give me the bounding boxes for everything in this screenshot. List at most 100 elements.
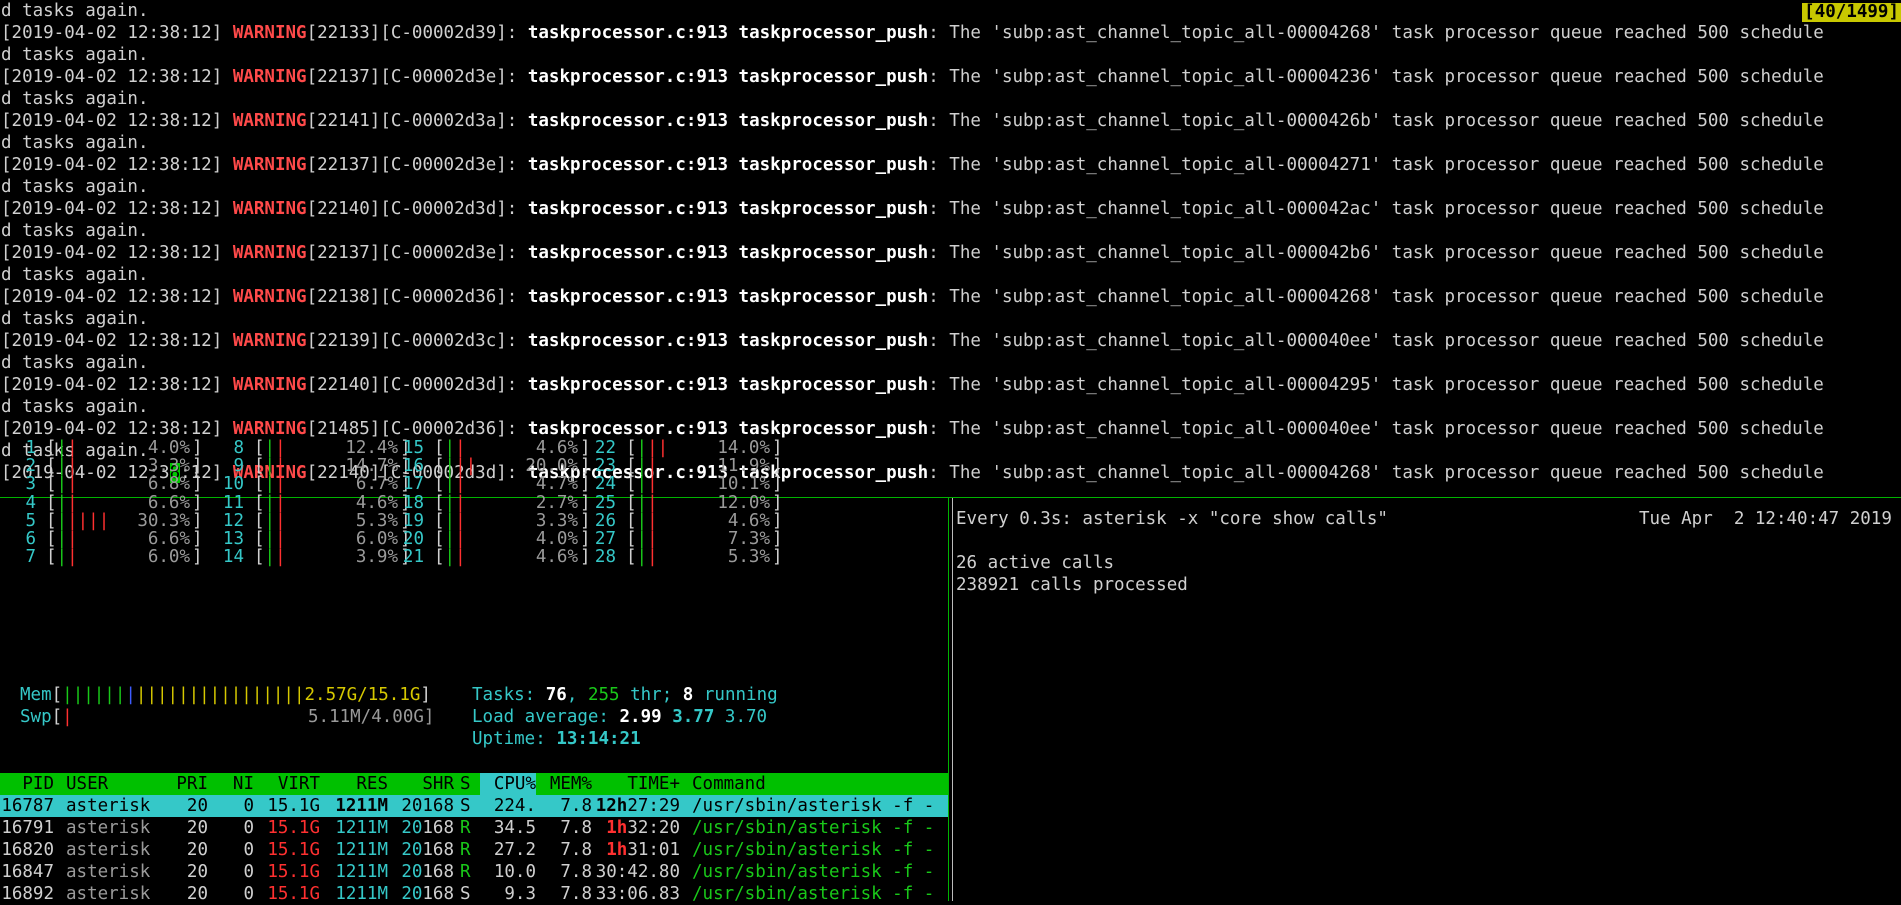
process-ni: 0 [243,818,254,838]
process-mem: 7.8 [560,862,592,882]
log-level: WARNING [232,111,307,131]
log-ids: [22137][C-00002d3e]: [306,155,518,175]
log-level: WARNING [232,331,307,351]
scroll-position-badge: [40/1499] [1802,2,1901,22]
process-pri: 20 [186,796,208,816]
process-res: 1211M [335,840,388,860]
process-virt: 15.1G [267,796,320,816]
process-virt: 15.1G [267,862,320,882]
log-message: : The 'subp:ast_channel_topic_all-000042… [928,111,1824,131]
log-line-wrap: d tasks again. [1,45,149,65]
column-header-cmd[interactable]: Command [692,773,948,795]
log-message: : The 'subp:ast_channel_topic_all-000042… [928,155,1824,175]
column-header-res[interactable]: RES [320,773,388,795]
pane-divider-vertical[interactable] [952,498,953,901]
log-ids: [22138][C-00002d36]: [306,287,518,307]
log-line: [2019-04-02 12:38:12] WARNING[22139][C-0… [0,330,1901,352]
calls-processed: 238921 calls processed [956,575,1188,595]
log-line-wrap: d tasks again. [1,133,149,153]
process-pid: 16787 [1,796,54,816]
process-row[interactable]: 16847 asterisk 20 0 15.1G 1211M 20168 R 10.0 7.8 3… [0,861,948,883]
process-pri: 20 [186,862,208,882]
column-header-s[interactable]: S [460,773,476,795]
column-header-user[interactable]: USER [66,773,156,795]
process-cmd: /usr/sbin/asterisk -f - [692,796,935,816]
process-time: 30:42.80 [595,862,680,882]
cpu-28-percent: 5.3% [727,547,770,568]
asterisk-log-pane[interactable]: [40/1499] d tasks again. [2019-04-02 12:… [0,0,1901,498]
process-row[interactable]: 16892 asterisk 20 0 15.1G 1211M 20168 S 9.3 7.8 33… [0,883,948,905]
cpu-14-label: 14 [222,547,244,568]
cpu-7-percent: 6.0% [147,547,190,568]
process-row[interactable]: 16787 asterisk 20 0 15.1G 1211M 20168 S 224. 7.8 1… [0,795,948,817]
column-header-pid[interactable]: PID [0,773,54,795]
active-calls: 26 active calls [956,553,1115,573]
log-source: taskprocessor.c:913 taskprocessor_push [527,67,929,87]
log-timestamp: [2019-04-02 12:38:12] [1,155,223,175]
log-ids: [22137][C-00002d3e]: [306,243,518,263]
log-timestamp: [2019-04-02 12:38:12] [1,23,223,43]
process-table-header[interactable]: PID USER PRI NI VIRT RES SHR S CPU% MEM% TIME+ Comm… [0,773,948,795]
process-mem: 7.8 [560,796,592,816]
process-s: R [460,840,471,860]
log-line-wrap: d tasks again. [1,177,149,197]
process-shr: 20168 [401,862,454,882]
log-line-wrap: d tasks again. [1,353,149,373]
log-source: taskprocessor.c:913 taskprocessor_push [527,419,929,439]
log-timestamp: [2019-04-02 12:38:12] [1,111,223,131]
column-header-mem[interactable]: MEM% [536,773,592,795]
log-line-wrap: d tasks again. [1,221,149,241]
log-level: WARNING [232,23,307,43]
log-timestamp: [2019-04-02 12:38:12] [1,243,223,263]
log-level: WARNING [232,243,307,263]
column-header-virt[interactable]: VIRT [254,773,320,795]
process-s: R [460,862,471,882]
process-mem: 7.8 [560,840,592,860]
process-cpu: 224. [493,796,536,816]
process-shr: 20168 [401,840,454,860]
log-timestamp: [2019-04-02 12:38:12] [1,199,223,219]
log-timestamp: [2019-04-02 12:38:12] [1,287,223,307]
load-average: Load average: 2.99 3.77 3.70 [472,707,768,727]
process-mem: 7.8 [560,818,592,838]
column-header-time[interactable]: TIME+ [592,773,680,795]
process-row[interactable]: 16791 asterisk 20 0 15.1G 1211M 20168 R 34.5 7.8 1… [0,817,948,839]
log-line: [2019-04-02 12:38:12] WARNING[22140][C-0… [0,374,1901,396]
process-user: asterisk [66,884,151,904]
log-ids: [21485][C-00002d36]: [306,419,518,439]
log-timestamp: [2019-04-02 12:38:12] [1,67,223,87]
log-ids: [22140][C-00002d3d]: [306,199,518,219]
process-shr: 20168 [401,884,454,904]
process-pri: 20 [186,840,208,860]
column-header-ni[interactable]: NI [208,773,254,795]
log-source: taskprocessor.c:913 taskprocessor_push [527,23,929,43]
column-header-cpu[interactable]: CPU% [480,773,536,795]
log-line: [2019-04-02 12:38:12] WARNING[22133][C-0… [0,22,1901,44]
process-time: 1h31:01 [606,840,680,860]
log-ids: [22133][C-00002d39]: [306,23,518,43]
column-header-pri[interactable]: PRI [150,773,208,795]
column-header-shr[interactable]: SHR [388,773,454,795]
process-pri: 20 [186,884,208,904]
process-time: 12h27:29 [595,796,680,816]
log-message: : The 'subp:ast_channel_topic_all-000042… [928,199,1824,219]
process-virt: 15.1G [267,818,320,838]
process-time: 33:06.83 [595,884,680,904]
cpu-28-label: 28 [594,547,616,568]
process-row[interactable]: 16820 asterisk 20 0 15.1G 1211M 20168 R 27.2 7.8 1… [0,839,948,861]
process-ni: 0 [243,862,254,882]
tasks-meter: Tasks: 76, 255 thr; 8 running [472,685,778,705]
log-ids: [22137][C-00002d3e]: [306,67,518,87]
log-line: [2019-04-02 12:38:12] WARNING[22137][C-0… [0,242,1901,264]
log-level: WARNING [232,375,307,395]
process-res: 1211M [335,862,388,882]
log-line: [2019-04-02 12:38:12] WARNING[22138][C-0… [0,286,1901,308]
log-timestamp: [2019-04-02 12:38:12] [1,419,223,439]
log-message: : The 'subp:ast_channel_topic_all-000042… [928,67,1824,87]
log-line: [2019-04-02 12:38:12] WARNING[22137][C-0… [0,154,1901,176]
log-level: WARNING [232,67,307,87]
log-message: : The 'subp:ast_channel_topic_all-000040… [928,419,1824,439]
process-cmd: /usr/sbin/asterisk -f - [692,840,935,860]
process-cmd: /usr/sbin/asterisk -f - [692,862,935,882]
process-cmd: /usr/sbin/asterisk -f - [692,818,935,838]
